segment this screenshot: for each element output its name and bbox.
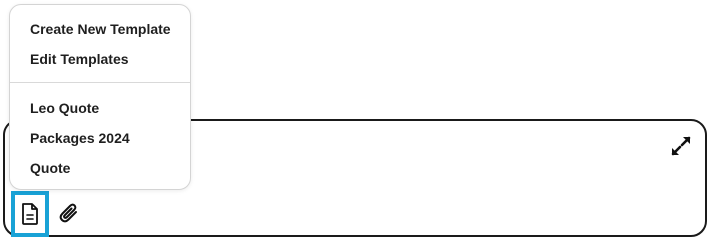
attach-file-button[interactable]: [57, 201, 81, 227]
templates-button[interactable]: [11, 191, 49, 237]
expand-icon: [671, 136, 691, 156]
menu-item-template-leo-quote[interactable]: Leo Quote: [30, 96, 99, 120]
template-dropdown-menu: Create New Template Edit Templates Leo Q…: [9, 4, 191, 190]
menu-item-create-new-template[interactable]: Create New Template: [30, 17, 171, 41]
menu-item-edit-templates[interactable]: Edit Templates: [30, 47, 129, 71]
message-composer-area: Create New Template Edit Templates Leo Q…: [0, 0, 717, 243]
menu-item-template-packages-2024[interactable]: Packages 2024: [30, 126, 130, 150]
document-icon: [22, 203, 38, 225]
expand-button[interactable]: [669, 134, 693, 158]
menu-item-template-quote[interactable]: Quote: [30, 156, 70, 180]
paperclip-icon: [59, 203, 77, 223]
menu-divider: [10, 82, 190, 83]
